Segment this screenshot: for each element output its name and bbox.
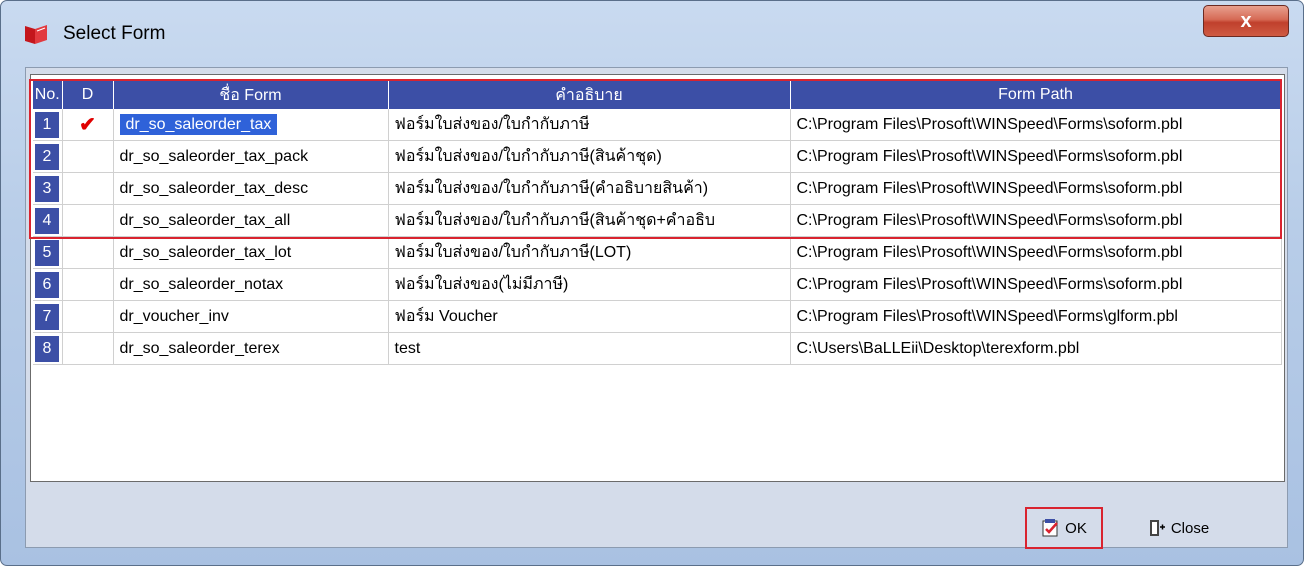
form-name-cell[interactable]: dr_so_saleorder_tax (113, 109, 389, 141)
table-row[interactable]: 7 dr_voucher_inv ฟอร์ม Voucher C:\Progra… (33, 300, 1282, 333)
row-number: 4 (35, 207, 59, 234)
ok-label: OK (1065, 519, 1087, 537)
form-table: No. D ชื่อ Form คำอธิบาย Form Path 1 ✔ d… (33, 81, 1282, 365)
form-path-cell[interactable]: C:\Program Files\Prosoft\WINSpeed\Forms\… (790, 109, 1282, 141)
column-header-form-path[interactable]: Form Path (790, 81, 1282, 109)
default-cell[interactable] (62, 236, 114, 269)
dialog-body: No. D ชื่อ Form คำอธิบาย Form Path 1 ✔ d… (25, 67, 1288, 548)
description-cell[interactable]: test (388, 332, 791, 365)
row-number: 2 (35, 143, 59, 170)
checklist-icon (1042, 519, 1059, 537)
table-row[interactable]: 1 ✔ dr_so_saleorder_tax ฟอร์มใบส่งของ/ใบ… (33, 109, 1282, 141)
form-name-cell[interactable]: dr_so_saleorder_notax (113, 268, 389, 301)
form-path-cell[interactable]: C:\Users\BaLLEii\Desktop\terexform.pbl (790, 332, 1282, 365)
table-row[interactable]: 6 dr_so_saleorder_notax ฟอร์มใบส่งของ(ไม… (33, 268, 1282, 301)
default-cell[interactable] (62, 172, 114, 205)
table-row[interactable]: 8 dr_so_saleorder_terex test C:\Users\Ba… (33, 332, 1282, 365)
table-row[interactable]: 4 dr_so_saleorder_tax_all ฟอร์มใบส่งของ/… (33, 204, 1282, 237)
default-cell[interactable] (62, 268, 114, 301)
form-path-cell[interactable]: C:\Program Files\Prosoft\WINSpeed\Forms\… (790, 172, 1282, 205)
table-header: No. D ชื่อ Form คำอธิบาย Form Path (33, 81, 1282, 109)
table-row[interactable]: 2 dr_so_saleorder_tax_pack ฟอร์มใบส่งของ… (33, 140, 1282, 173)
form-list-grid[interactable]: No. D ชื่อ Form คำอธิบาย Form Path 1 ✔ d… (30, 74, 1285, 482)
column-header-description[interactable]: คำอธิบาย (388, 81, 791, 109)
row-number: 8 (35, 335, 59, 362)
form-book-icon (25, 25, 47, 44)
description-cell[interactable]: ฟอร์มใบส่งของ/ใบกำกับภาษี(คำอธิบายสินค้า… (388, 172, 791, 205)
default-check-icon: ✔ (79, 114, 96, 136)
description-cell[interactable]: ฟอร์ม Voucher (388, 300, 791, 333)
form-path-cell[interactable]: C:\Program Files\Prosoft\WINSpeed\Forms\… (790, 268, 1282, 301)
default-cell[interactable] (62, 332, 114, 365)
description-cell[interactable]: ฟอร์มใบส่งของ/ใบกำกับภาษี(LOT) (388, 236, 791, 269)
window-close-button[interactable]: x (1203, 5, 1289, 37)
row-number: 7 (35, 303, 59, 330)
form-path-cell[interactable]: C:\Program Files\Prosoft\WINSpeed\Forms\… (790, 140, 1282, 173)
close-button[interactable]: Close (1133, 511, 1223, 545)
form-name-cell[interactable]: dr_so_saleorder_terex (113, 332, 389, 365)
ok-button[interactable]: OK (1025, 507, 1103, 549)
select-form-window: Select Form x No. D ชื่อ Form คำอธิบาย F… (0, 0, 1304, 566)
form-path-cell[interactable]: C:\Program Files\Prosoft\WINSpeed\Forms\… (790, 300, 1282, 333)
form-name-cell[interactable]: dr_so_saleorder_tax_desc (113, 172, 389, 205)
form-path-cell[interactable]: C:\Program Files\Prosoft\WINSpeed\Forms\… (790, 204, 1282, 237)
form-name-cell[interactable]: dr_so_saleorder_tax_lot (113, 236, 389, 269)
description-cell[interactable]: ฟอร์มใบส่งของ/ใบกำกับภาษี (388, 109, 791, 141)
row-number: 3 (35, 175, 59, 202)
column-header-no[interactable]: No. (33, 81, 63, 109)
exit-door-icon (1149, 520, 1165, 536)
default-cell[interactable] (62, 300, 114, 333)
default-cell[interactable] (62, 140, 114, 173)
form-name-selected: dr_so_saleorder_tax (119, 113, 278, 135)
description-cell[interactable]: ฟอร์มใบส่งของ/ใบกำกับภาษี(สินค้าชุด+คำอธ… (388, 204, 791, 237)
row-number: 1 (35, 111, 59, 138)
window-title: Select Form (63, 23, 166, 44)
row-number: 5 (35, 239, 59, 266)
column-header-d[interactable]: D (62, 81, 114, 109)
table-row[interactable]: 3 dr_so_saleorder_tax_desc ฟอร์มใบส่งของ… (33, 172, 1282, 205)
row-number: 6 (35, 271, 59, 298)
description-cell[interactable]: ฟอร์มใบส่งของ/ใบกำกับภาษี(สินค้าชุด) (388, 140, 791, 173)
default-cell[interactable] (62, 204, 114, 237)
form-name-cell[interactable]: dr_so_saleorder_tax_pack (113, 140, 389, 173)
form-name-cell[interactable]: dr_so_saleorder_tax_all (113, 204, 389, 237)
form-path-cell[interactable]: C:\Program Files\Prosoft\WINSpeed\Forms\… (790, 236, 1282, 269)
form-name-cell[interactable]: dr_voucher_inv (113, 300, 389, 333)
table-row[interactable]: 5 dr_so_saleorder_tax_lot ฟอร์มใบส่งของ/… (33, 236, 1282, 269)
title-bar[interactable]: Select Form x (1, 1, 1303, 61)
close-label: Close (1170, 519, 1210, 537)
column-header-form-name[interactable]: ชื่อ Form (113, 81, 389, 109)
description-cell[interactable]: ฟอร์มใบส่งของ(ไม่มีภาษี) (388, 268, 791, 301)
